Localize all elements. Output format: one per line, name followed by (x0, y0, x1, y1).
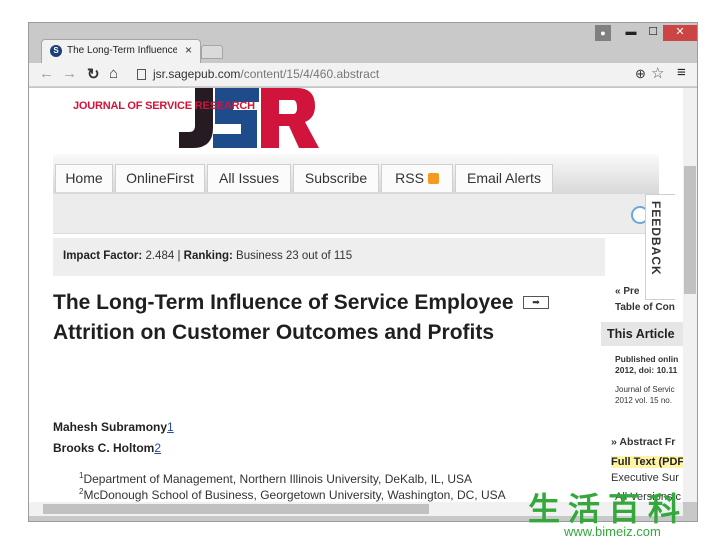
affiliation-text: McDonough School of Business, Georgetown… (83, 488, 506, 502)
vertical-scrollbar[interactable] (683, 88, 697, 502)
impact-factor-value: 2.484 (145, 250, 175, 262)
horizontal-scroll-thumb[interactable] (43, 504, 429, 514)
forward-arrow-icon[interactable]: → (62, 65, 77, 82)
ranking-value: Business 23 out of 115 (236, 250, 353, 262)
reload-icon[interactable]: ↻ (87, 65, 100, 83)
star-icon[interactable]: ☆ (651, 64, 664, 82)
impact-separator: | (177, 250, 181, 262)
executive-summary-link[interactable]: Executive Sur (611, 472, 679, 484)
impact-text: Impact Factor: 2.484 | Ranking: Business… (63, 250, 352, 262)
this-article-label: This Article (607, 327, 675, 341)
zoom-icon[interactable]: ⊕ (635, 66, 646, 82)
watermark: 生活百科 www.bimeiz.com (528, 484, 728, 546)
nav-tab-all-issues[interactable]: All Issues (207, 164, 291, 192)
nav-tab-subscribe[interactable]: Subscribe (293, 164, 379, 192)
tab-title: The Long-Term Influence (67, 45, 177, 56)
article-title: The Long-Term Influence of Service Emplo… (53, 291, 514, 344)
author-affiliation-link[interactable]: 2 (154, 441, 161, 455)
impact-factor-label: Impact Factor: (63, 250, 143, 262)
impact-bar: Impact Factor: 2.484 | Ranking: Business… (53, 238, 605, 276)
published-line-1: Published onlin (615, 354, 679, 364)
nav-tab-rss[interactable]: RSS (381, 164, 453, 192)
author-2: Brooks C. Holtom2 (53, 441, 161, 455)
browser-tab[interactable]: S The Long-Term Influence × (41, 39, 201, 63)
maximize-button[interactable]: ☐ (643, 25, 663, 41)
nav-tab-home[interactable]: Home (55, 164, 113, 192)
previous-link[interactable]: « Pre (615, 286, 639, 297)
nav-tab-onlinefirst[interactable]: OnlineFirst (115, 164, 205, 192)
back-arrow-icon[interactable]: ← (39, 65, 54, 82)
published-line-2: 2012, doi: 10.11 (615, 365, 678, 375)
user-icon[interactable]: ● (595, 25, 611, 41)
url-text[interactable]: jsr.sagepub.com/content/15/4/460.abstrac… (153, 67, 379, 81)
journal-line-1: Journal of Servic (615, 385, 675, 394)
menu-icon[interactable]: ≡ (677, 64, 686, 81)
rss-icon (427, 173, 439, 184)
minimize-button[interactable]: ▬ (621, 25, 641, 41)
new-tab-button[interactable] (201, 45, 223, 59)
author-name: Mahesh Subramony (53, 420, 168, 434)
home-icon[interactable]: ⌂ (109, 65, 118, 82)
ranking-label: Ranking: (183, 250, 233, 262)
this-article-header: This Article (601, 322, 683, 346)
url-path: /content/15/4/460.abstract (240, 67, 380, 81)
jsr-logo-graphic (177, 88, 319, 148)
feedback-label: FEEDBACK (649, 201, 663, 276)
author-name: Brooks C. Holtom (53, 441, 155, 455)
close-window-button[interactable]: ✕ (663, 25, 697, 41)
page-content: JOURNAL OF SERVICE RESEARCH Home OnlineF… (29, 88, 683, 502)
abstract-link[interactable]: » Abstract Fr (611, 436, 675, 448)
url-host: jsr.sagepub.com (153, 67, 241, 81)
browser-toolbar: ← → ↻ ⌂ jsr.sagepub.com/content/15/4/460… (29, 63, 697, 87)
share-icon[interactable]: ➡ (523, 296, 549, 309)
browser-window: S The Long-Term Influence × ● ▬ ☐ ✕ ← → … (28, 22, 698, 522)
vertical-scroll-thumb[interactable] (684, 166, 696, 294)
author-affiliation-link[interactable]: 1 (167, 420, 174, 434)
toc-link[interactable]: Table of Con (615, 302, 675, 313)
watermark-url: www.bimeiz.com (564, 524, 661, 539)
address-bar[interactable]: jsr.sagepub.com/content/15/4/460.abstrac… (133, 66, 543, 84)
nav-tab-email-alerts[interactable]: Email Alerts (455, 164, 553, 192)
full-text-pdf-link[interactable]: Full Text (PDF (611, 456, 683, 468)
page-icon (137, 69, 146, 80)
journal-line-2: 2012 vol. 15 no. (615, 396, 672, 405)
affiliation-2: 2McDonough School of Business, Georgetow… (79, 484, 519, 502)
sage-favicon-icon: S (50, 45, 62, 57)
article-sidebar: « Pre Table of Con This Article Publishe… (601, 284, 683, 502)
journal-name: JOURNAL OF SERVICE RESEARCH (73, 100, 255, 112)
site-navbar: Home OnlineFirst All Issues Subscribe RS… (53, 154, 659, 194)
rss-label: RSS (395, 170, 424, 186)
author-1: Mahesh Subramony1 (53, 420, 174, 434)
jsr-logo[interactable]: JOURNAL OF SERVICE RESEARCH (53, 88, 373, 154)
search-band (53, 194, 659, 234)
title-bar: S The Long-Term Influence × ● ▬ ☐ ✕ (29, 23, 697, 63)
tab-close-icon[interactable]: × (185, 43, 192, 57)
